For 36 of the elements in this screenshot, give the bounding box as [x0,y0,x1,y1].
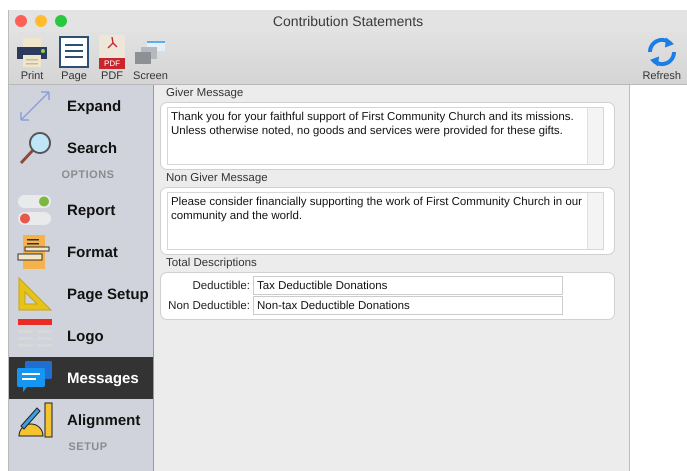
toolbar-button[interactable]: Screen [129,35,172,84]
message-text-area[interactable]: Please consider financially supporting the work of First Community Church in our community and the world. [167,192,604,250]
window-title: Contribution Statements [272,13,424,29]
input-field[interactable]: Tax Deductible Donations [253,276,563,295]
pdf-file-icon: PDF [99,35,125,69]
document-icon [57,35,91,69]
input-field[interactable]: Non-tax Deductible Donations [253,296,563,315]
search-icon [17,130,53,166]
toolbar-button[interactable]: PDF PDF [95,35,129,84]
sidebar-item[interactable]: Expand [9,85,153,127]
refresh-button[interactable]: Refresh [638,35,685,84]
field-label: Deductible: [191,280,251,292]
group-label: Total Descriptions [165,257,258,271]
pencil-protractor-ruler-icon [17,402,53,438]
group-label: Non Giver Message [165,172,269,186]
sidebar-item[interactable]: Logo [9,315,153,357]
section-header: OPTIONS [60,169,116,183]
toolbar-button[interactable]: Page [53,35,95,84]
toggle-switches-icon [17,192,53,228]
sidebar-item[interactable]: Format [9,231,153,273]
section-header: SETUP [67,441,109,455]
zoom-button[interactable] [55,15,67,27]
scroll-bar[interactable] [587,108,603,164]
sidebar-item[interactable]: Report [9,189,153,231]
minimize-button[interactable] [35,15,47,27]
sidebar-item[interactable]: Messages [9,357,153,399]
group-label: Giver Message [165,87,244,101]
scroll-bar[interactable] [587,193,603,249]
printer-icon [15,35,49,69]
field-label: Non Deductible: [167,300,251,312]
sidebar-item[interactable]: Page Setup [9,273,153,315]
sidebar-item[interactable]: Search [9,127,153,169]
toolbar-button[interactable]: Print [11,35,53,84]
message-text-area[interactable]: Thank you for your faithful support of First Community Church and its missions. Unless otherwise noted, no goods and services were provided for these gifts. [167,107,604,165]
sidebar-item[interactable]: Alignment [9,399,153,441]
close-button[interactable] [15,15,27,27]
